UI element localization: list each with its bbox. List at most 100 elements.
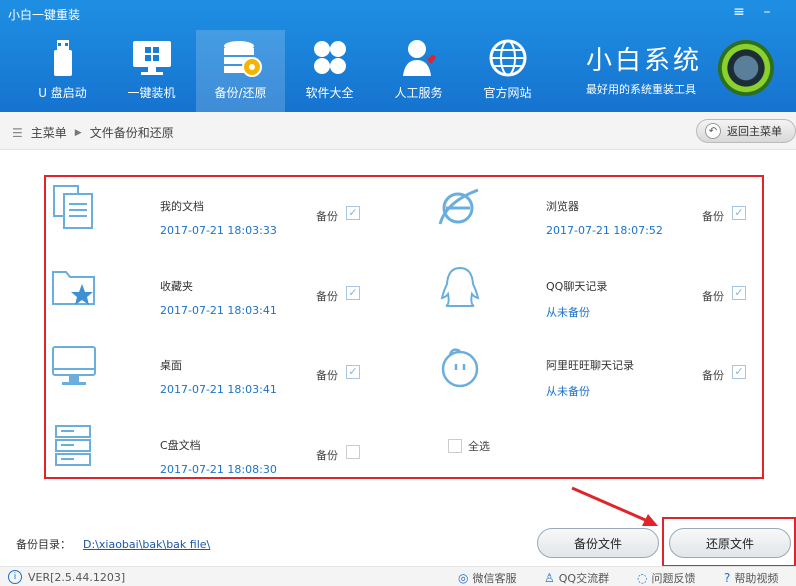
backup-label: 备份 <box>316 290 338 303</box>
brand-slogan: 最好用的系统重装工具 <box>586 83 696 96</box>
minimize-icon[interactable]: – <box>758 4 776 20</box>
item-name: 桌面 <box>160 359 182 372</box>
breadcrumb-current: 文件备份和还原 <box>89 126 174 140</box>
backup-checkbox[interactable]: ✓ <box>346 206 360 220</box>
server-drive-icon <box>55 425 91 466</box>
backup-item-favorites: 收藏夹 2017-07-21 18:03:41 备份 ✓ <box>50 264 370 324</box>
footer-link-label: 微信客服 <box>472 572 517 585</box>
nav-label: 人工服务 <box>394 86 443 100</box>
backup-files-button[interactable]: 备份文件 <box>537 528 659 558</box>
version-info: i VER[2.5.44.1203] <box>8 570 125 584</box>
browser-icon <box>438 188 479 225</box>
usb-icon <box>53 40 72 76</box>
documents-icon <box>53 185 93 229</box>
restore-files-button[interactable]: 还原文件 <box>669 528 791 558</box>
help-icon: ? <box>724 571 731 585</box>
footer-link-label: 问题反馈 <box>651 572 696 585</box>
nav-backup-restore[interactable]: 备份/还原 <box>196 30 285 112</box>
nav-manual-service[interactable]: 人工服务 <box>374 30 463 112</box>
item-name: 浏览器 <box>546 200 579 213</box>
backup-label: 备份 <box>316 210 338 223</box>
nav-usb-boot[interactable]: U 盘启动 <box>18 30 107 112</box>
globe-icon <box>489 39 526 77</box>
pointer-arrow-icon <box>571 486 658 526</box>
app-header: 小白一键重装 ≡ – U 盘启动 一键装机 备份/还原 软件大全 人工服务 官方… <box>0 0 796 112</box>
backup-directory: 备份目录： D:\xiaobai\bak\bak file\ <box>16 536 210 552</box>
status-bar: i VER[2.5.44.1203] ◎ 微信客服 ♙ QQ交流群 ◌ 问题反馈… <box>0 566 796 586</box>
breadcrumb-bar: ☰ 主菜单 ▶ 文件备份和还原 <box>0 112 796 150</box>
backup-item-documents: 我的文档 2017-07-21 18:03:33 备份 ✓ <box>50 184 370 244</box>
wangwang-icon <box>441 348 479 388</box>
item-time: 从未备份 <box>546 385 590 398</box>
backup-checkbox[interactable]: ✓ <box>732 206 746 220</box>
footer-link-label: 帮助视频 <box>734 572 779 585</box>
info-icon: i <box>8 570 22 584</box>
nav-one-click-install[interactable]: 一键装机 <box>107 30 196 112</box>
qq-small-icon: ♙ <box>544 571 555 585</box>
footer-link-feedback[interactable]: ◌ 问题反馈 <box>637 570 695 586</box>
backup-label: 备份 <box>316 369 338 382</box>
backup-item-qq: QQ聊天记录 从未备份 备份 ✓ <box>436 264 756 324</box>
backup-dir-link[interactable]: D:\xiaobai\bak\bak file\ <box>83 538 210 551</box>
backup-checkbox[interactable]: ✓ <box>732 365 746 379</box>
back-to-main-button[interactable]: ↶ 返回主菜单 <box>696 119 796 143</box>
chat-bubble-icon: ◌ <box>637 571 648 585</box>
breadcrumb: ☰ 主菜单 ▶ 文件备份和还原 <box>12 124 174 141</box>
backup-checkbox[interactable]: ✓ <box>346 365 360 379</box>
window-title: 小白一键重装 <box>8 8 81 22</box>
backup-checkbox[interactable] <box>346 445 360 459</box>
version-text: VER[2.5.44.1203] <box>28 570 126 584</box>
item-time: 从未备份 <box>546 306 590 319</box>
footer-link-help[interactable]: ? 帮助视频 <box>724 570 778 586</box>
wechat-icon: ◎ <box>458 571 469 585</box>
database-icon <box>223 41 262 77</box>
backup-item-browser: 浏览器 2017-07-21 18:07:52 备份 ✓ <box>436 184 756 244</box>
backup-label: 备份 <box>702 210 724 223</box>
list-menu-icon: ☰ <box>12 125 23 140</box>
windows-monitor-icon <box>132 41 171 75</box>
breadcrumb-arrow-icon: ▶ <box>74 127 82 138</box>
backup-item-wangwang: 阿里旺旺聊天记录 从未备份 备份 ✓ <box>436 343 756 403</box>
item-name: 收藏夹 <box>160 280 193 293</box>
brand: 小白系统 最好用的系统重装工具 <box>586 40 702 97</box>
breadcrumb-root[interactable]: 主菜单 <box>31 124 67 141</box>
software-grid-icon <box>313 41 346 74</box>
item-name: C盘文档 <box>160 439 201 452</box>
select-all-label: 全选 <box>468 440 490 453</box>
qq-icon <box>440 266 480 307</box>
item-name: QQ聊天记录 <box>546 280 608 293</box>
item-time: 2017-07-21 18:03:33 <box>160 224 277 237</box>
brand-name: 小白系统 <box>586 46 703 76</box>
nav-official-site[interactable]: 官方网站 <box>463 30 552 112</box>
nav-software[interactable]: 软件大全 <box>285 30 374 112</box>
nav-label: 官方网站 <box>483 86 532 100</box>
nav-label: 软件大全 <box>305 86 354 100</box>
backup-label: 备份 <box>702 290 724 303</box>
nav-label: 备份/还原 <box>214 86 267 100</box>
main-nav: U 盘启动 一键装机 备份/还原 软件大全 人工服务 官方网站 <box>18 30 552 112</box>
desktop-monitor-icon <box>52 346 96 385</box>
backup-label: 备份 <box>316 449 338 462</box>
item-time: 2017-07-21 18:03:41 <box>160 304 277 317</box>
back-button-label: 返回主菜单 <box>727 125 782 138</box>
backup-checkbox[interactable]: ✓ <box>346 286 360 300</box>
backup-item-c-drive: C盘文档 2017-07-21 18:08:30 备份 <box>50 423 370 483</box>
brand-logo <box>718 40 774 96</box>
footer-link-qq[interactable]: ♙ QQ交流群 <box>544 570 609 586</box>
hamburger-icon[interactable]: ≡ <box>730 4 748 20</box>
backup-checkbox[interactable]: ✓ <box>732 286 746 300</box>
backup-item-desktop: 桌面 2017-07-21 18:03:41 备份 ✓ <box>50 343 370 403</box>
person-heart-icon <box>402 40 435 76</box>
item-time: 2017-07-21 18:07:52 <box>546 224 663 237</box>
select-all[interactable]: 全选 <box>448 438 490 454</box>
footer-link-wechat[interactable]: ◎ 微信客服 <box>458 570 516 586</box>
item-name: 我的文档 <box>160 200 204 213</box>
item-time: 2017-07-21 18:03:41 <box>160 383 277 396</box>
back-arrow-icon: ↶ <box>705 123 721 139</box>
backup-dir-label: 备份目录： <box>16 538 71 551</box>
favorites-folder-icon <box>52 271 95 305</box>
select-all-checkbox[interactable] <box>448 439 462 453</box>
backup-label: 备份 <box>702 369 724 382</box>
footer-link-label: QQ交流群 <box>558 572 610 585</box>
nav-label: U 盘启动 <box>38 86 87 100</box>
